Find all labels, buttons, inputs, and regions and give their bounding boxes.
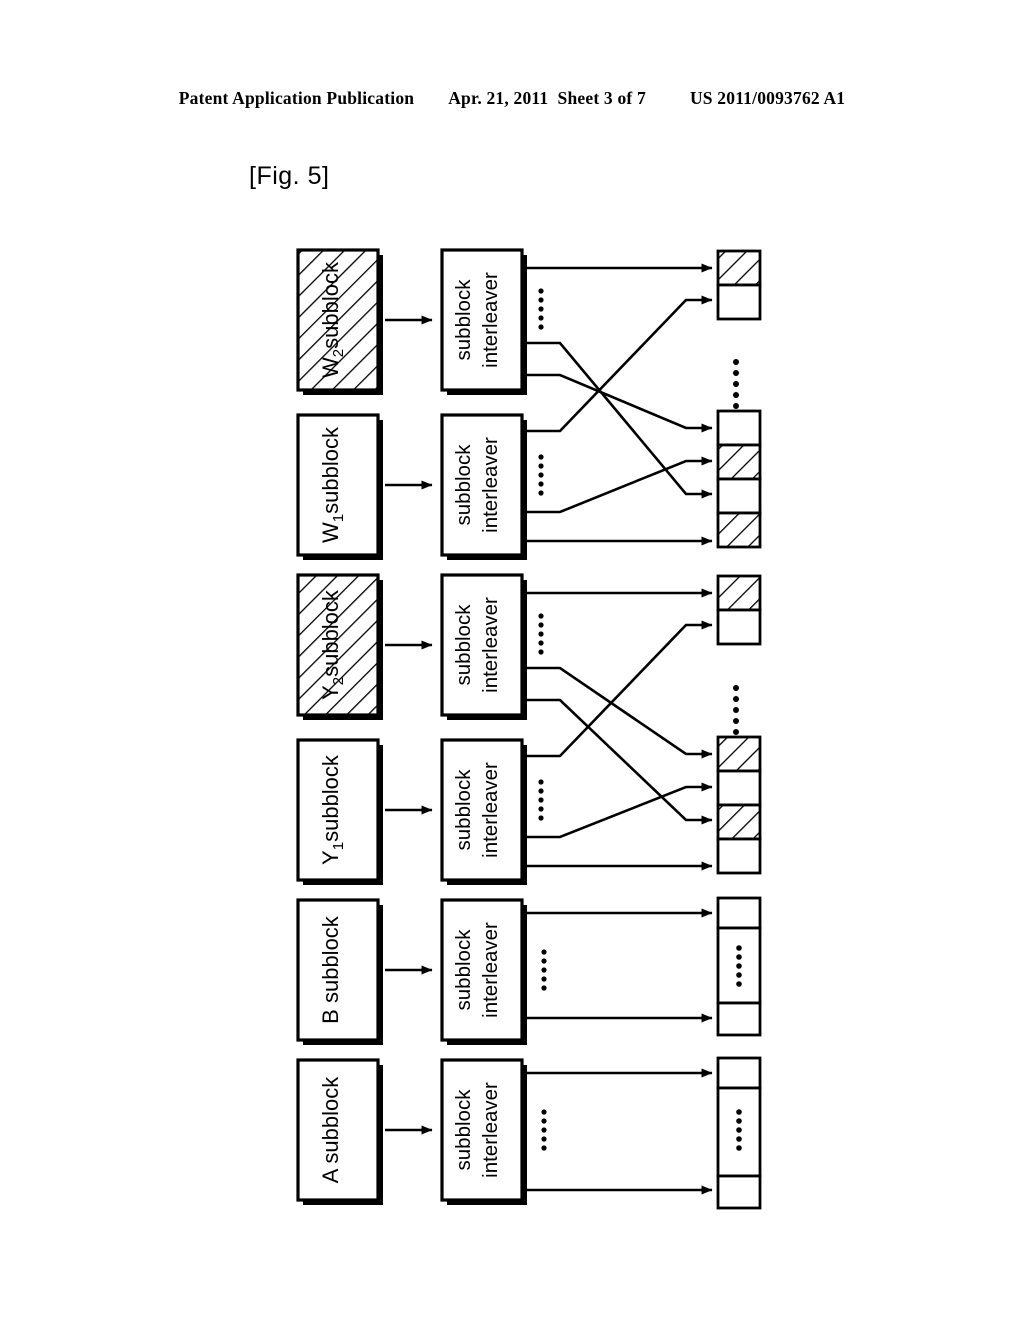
link-y2-o3-to-col4-c3 (524, 698, 713, 825)
source-label-a: A subblock (318, 1076, 343, 1183)
output-cell-hatched (716, 249, 762, 287)
interleaver-dots-y2 (538, 613, 544, 655)
interleaver-dots-w1 (538, 454, 544, 496)
output-cell-plain (716, 477, 762, 515)
link-y1-o1-to-col3-c2 (524, 620, 713, 758)
source-label-w1: W1subblock (318, 426, 347, 543)
interleaver-label-w2-line2: interleaver (479, 272, 502, 368)
output-cell-plain (716, 608, 762, 646)
row-b: B subblock subblock interleaver (296, 898, 713, 1045)
link-w2-o2-to-col2-c3 (524, 341, 713, 499)
interleaver-label-a-line1: subblock (452, 1089, 475, 1171)
output-cell-hatched (716, 735, 762, 773)
output-cell-hatched (716, 511, 762, 549)
output-column-b (716, 896, 762, 1037)
figure-5-diagram: W2subblock subblock interleaver W1subblo… (296, 248, 762, 1210)
link-y1-o2-to-col4-c2 (524, 782, 713, 839)
interleaver-label-w1-line1: subblock (452, 444, 475, 526)
output-cell-plain (716, 896, 762, 930)
patent-figure-page: Patent Application Publication Apr. 21, … (0, 0, 1024, 1320)
link-w2-o3-to-col2-c1 (524, 373, 713, 433)
output-cell-plain (716, 769, 762, 807)
interleaver-label-w2-line1: subblock (452, 279, 475, 361)
interleaver-label-y2-line2: interleaver (479, 597, 502, 693)
interleaver-dots-w2 (538, 288, 544, 330)
interleaver-label-w1-line2: interleaver (479, 437, 502, 533)
interleaver-dots-b (541, 949, 547, 991)
row-a: A subblock subblock interleaver (296, 1058, 713, 1205)
source-label-b: B subblock (318, 915, 343, 1024)
output-cell-plain (716, 837, 762, 875)
link-y2-o2-to-col4-c1 (524, 666, 713, 759)
output-cell-plain (716, 1174, 762, 1210)
interleaver-label-y2-line1: subblock (452, 604, 475, 686)
output-cell-plain (716, 1001, 762, 1037)
output-cell-plain (716, 283, 762, 321)
output-cell-hatched (716, 443, 762, 481)
output-column-y-upper (716, 574, 762, 646)
interleaver-label-y1-line2: interleaver (479, 762, 502, 858)
interleaver-dots-a (541, 1109, 547, 1151)
output-cell-plain (716, 409, 762, 447)
output-cell-plain (716, 1056, 762, 1090)
output-column-w-lower (716, 409, 762, 549)
output-gap-dots-w (733, 359, 739, 409)
output-column-a (716, 1056, 762, 1210)
output-gap-dots-y (733, 685, 739, 735)
source-label-w2: W2subblock (318, 261, 347, 378)
interleaver-dots-y1 (538, 779, 544, 821)
interleaver-label-b-line1: subblock (452, 929, 475, 1011)
output-cell-hatched (716, 574, 762, 612)
interleaver-label-b-line2: interleaver (479, 922, 502, 1018)
output-cell-hatched (716, 803, 762, 841)
link-w1-o2-to-col2-c2 (524, 456, 713, 514)
interleaver-label-y1-line1: subblock (452, 769, 475, 851)
output-column-y-lower (716, 735, 762, 875)
output-column-w-upper (716, 249, 762, 321)
interleaver-label-a-line2: interleaver (479, 1082, 502, 1178)
